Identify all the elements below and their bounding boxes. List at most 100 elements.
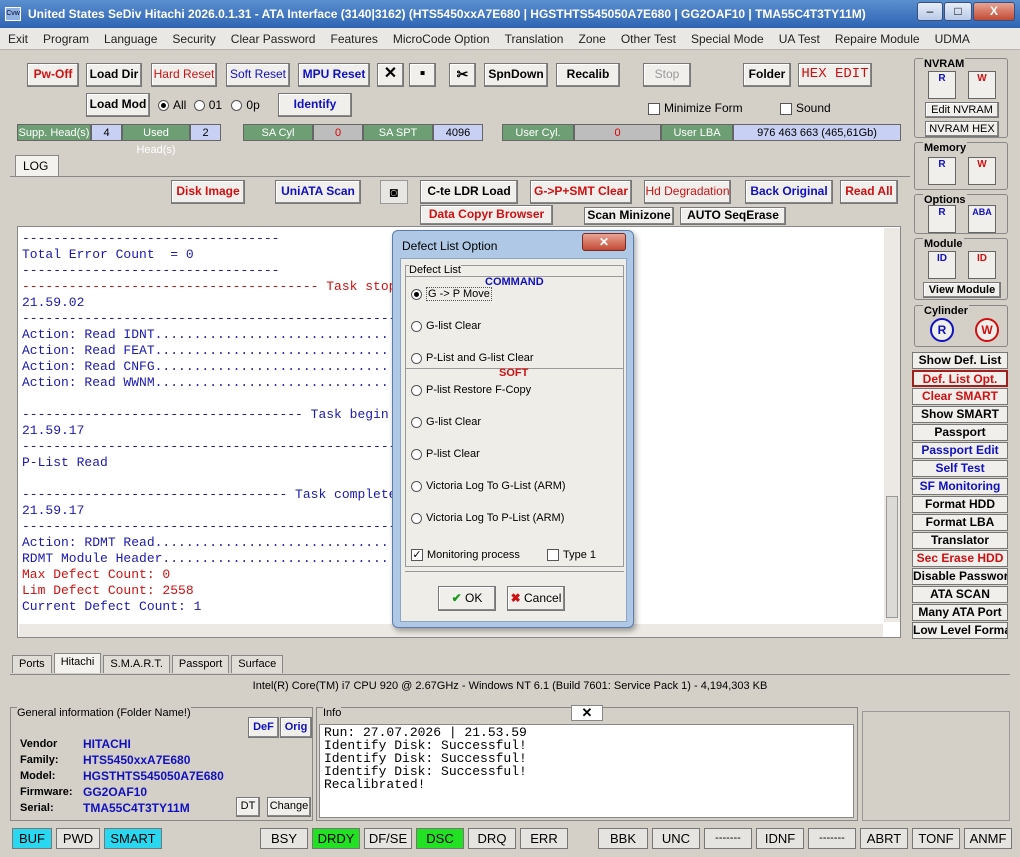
ata-scan-button[interactable]: ATA SCAN [912, 586, 1008, 603]
minimize-button[interactable]: – [917, 2, 943, 21]
translator-button[interactable]: Translator [912, 532, 1008, 549]
nvram-hex-button[interactable]: NVRAM HEX [925, 121, 999, 137]
data-copyr-browser-button[interactable]: Data Copyr Browser [420, 205, 553, 225]
passport-edit-button[interactable]: Passport Edit [912, 442, 1008, 459]
save-icon[interactable]: ▪ [409, 63, 436, 87]
dt-button[interactable]: DT [236, 797, 260, 817]
disable-password-button[interactable]: Disable Password [912, 568, 1008, 585]
hard-reset-button[interactable]: Hard Reset [151, 63, 217, 87]
nvram-read-icon[interactable]: R [928, 71, 956, 99]
tab-passport[interactable]: Passport [171, 655, 230, 673]
tab-hitachi[interactable]: Hitachi [53, 653, 102, 673]
radio-01[interactable] [193, 100, 205, 112]
ok-button[interactable]: ✔ OK [438, 586, 496, 611]
memory-read-icon[interactable]: R [928, 157, 956, 185]
aba-read-icon[interactable]: ABA [968, 205, 996, 233]
minimize-form-checkbox[interactable]: Minimize Form [648, 101, 743, 115]
load-dir-button[interactable]: Load Dir [86, 63, 142, 87]
option-p-list-restore-fcopy[interactable]: P-list Restore F-Copy [411, 384, 531, 396]
def-button[interactable]: DeF [248, 717, 279, 738]
orig-button[interactable]: Orig [280, 717, 312, 738]
sound-checkbox[interactable]: Sound [780, 101, 831, 115]
edit-nvram-button[interactable]: Edit NVRAM [925, 102, 999, 118]
menu-exit[interactable]: Exit [8, 32, 28, 46]
option-g-list-clear[interactable]: G-list Clear [411, 320, 481, 332]
load-mod-button[interactable]: Load Mod [86, 93, 150, 117]
change-button[interactable]: Change [267, 797, 311, 817]
menu-special-mode[interactable]: Special Mode [691, 32, 764, 46]
passport-button[interactable]: Passport [912, 424, 1008, 441]
format-lba-button[interactable]: Format LBA [912, 514, 1008, 531]
camera-icon[interactable]: ◙ [380, 180, 408, 204]
mpu-reset-button[interactable]: MPU Reset [298, 63, 370, 87]
memory-write-icon[interactable]: W [968, 157, 996, 185]
option-victoria-g-list[interactable]: Victoria Log To G-List (ARM) [411, 480, 566, 492]
cylinder-read-icon[interactable]: R [930, 318, 954, 342]
options-read-icon[interactable]: R [928, 205, 956, 233]
log-scrollbar[interactable] [884, 228, 900, 622]
pw-off-button[interactable]: Pw-Off [27, 63, 79, 87]
option-g-p-move[interactable]: G -> P Move [411, 287, 492, 301]
tab-ports[interactable]: Ports [12, 655, 52, 673]
tab-surface[interactable]: Surface [231, 655, 284, 673]
scan-minizone-button[interactable]: Scan Minizone [584, 207, 674, 225]
nvram-write-icon[interactable]: W [968, 71, 996, 99]
tab-log[interactable]: LOG [15, 155, 59, 177]
menu-clear-password[interactable]: Clear Password [231, 32, 316, 46]
self-test-button[interactable]: Self Test [912, 460, 1008, 477]
info-close-icon[interactable]: ✕ [571, 705, 603, 721]
hd-degradation-button[interactable]: Hd Degradation [644, 180, 731, 204]
menu-ua-test[interactable]: UA Test [779, 32, 820, 46]
maximize-button[interactable]: □ [944, 2, 972, 21]
clear-smart-button[interactable]: Clear SMART [912, 388, 1008, 405]
menu-zone[interactable]: Zone [578, 32, 605, 46]
module-read-icon[interactable]: ID [928, 251, 956, 279]
menu-program[interactable]: Program [43, 32, 89, 46]
sec-erase-hdd-button[interactable]: Sec Erase HDD [912, 550, 1008, 567]
show-def-list-button[interactable]: Show Def. List [912, 352, 1008, 369]
cte-ldr-load-button[interactable]: C-te LDR Load [420, 180, 518, 204]
dialog-close-button[interactable]: ✕ [582, 233, 626, 251]
menu-language[interactable]: Language [104, 32, 157, 46]
view-module-button[interactable]: View Module [923, 282, 1001, 298]
uniata-scan-button[interactable]: UniATA Scan [275, 180, 361, 204]
log-scroll-thumb[interactable] [886, 496, 898, 618]
cylinder-write-icon[interactable]: W [975, 318, 999, 342]
monitoring-process-checkbox[interactable]: ✓ Monitoring process [411, 549, 520, 562]
cancel-button[interactable]: ✖ Cancel [507, 586, 565, 611]
soft-reset-button[interactable]: Soft Reset [226, 63, 290, 87]
close-x-icon[interactable]: ✕ [377, 63, 404, 87]
read-all-button[interactable]: Read All [840, 180, 898, 204]
g-p-smt-clear-button[interactable]: G->P+SMT Clear [530, 180, 632, 204]
tab-smart[interactable]: S.M.A.R.T. [103, 655, 170, 673]
menu-repaire-module[interactable]: Repaire Module [835, 32, 920, 46]
recalib-button[interactable]: Recalib [556, 63, 620, 87]
option-soft-p-list-clear[interactable]: P-list Clear [411, 448, 480, 460]
sf-monitoring-button[interactable]: SF Monitoring [912, 478, 1008, 495]
disk-image-button[interactable]: Disk Image [171, 180, 245, 204]
menu-features[interactable]: Features [330, 32, 377, 46]
stop-button[interactable]: Stop [643, 63, 691, 87]
show-smart-button[interactable]: Show SMART [912, 406, 1008, 423]
option-soft-g-list-clear[interactable]: G-list Clear [411, 416, 481, 428]
menu-udma[interactable]: UDMA [935, 32, 970, 46]
module-write-icon[interactable]: ID [968, 251, 996, 279]
auto-seqerase-button[interactable]: AUTO SeqErase [680, 207, 786, 225]
menu-other-test[interactable]: Other Test [621, 32, 676, 46]
folder-button[interactable]: Folder [743, 63, 791, 87]
def-list-opt-button[interactable]: Def. List Opt. [912, 370, 1008, 387]
menu-microcode-option[interactable]: MicroCode Option [393, 32, 490, 46]
back-original-button[interactable]: Back Original [745, 180, 833, 204]
tools-icon[interactable]: ✂ [449, 63, 476, 87]
radio-all[interactable] [158, 100, 169, 112]
format-hdd-button[interactable]: Format HDD [912, 496, 1008, 513]
identify-button[interactable]: Identify [278, 93, 352, 117]
spndown-button[interactable]: SpnDown [484, 63, 548, 87]
option-p-list-g-list-clear[interactable]: P-List and G-list Clear [411, 352, 534, 364]
hex-edit-button[interactable]: HEX EDIT [798, 63, 872, 87]
menu-security[interactable]: Security [172, 32, 215, 46]
menu-translation[interactable]: Translation [505, 32, 564, 46]
close-button[interactable]: X [973, 2, 1015, 21]
many-ata-port-button[interactable]: Many ATA Port [912, 604, 1008, 621]
low-level-format-button[interactable]: Low Level Format [912, 622, 1008, 639]
